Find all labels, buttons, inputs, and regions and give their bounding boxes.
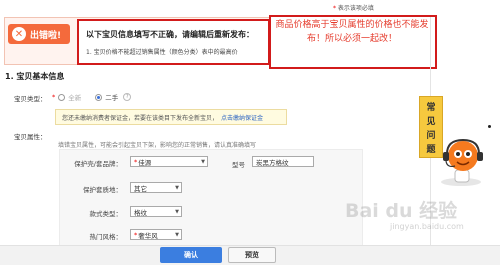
radio-new-label: 全新 <box>68 94 82 102</box>
confirm-button[interactable]: 确认 <box>160 247 222 263</box>
model-label: 型号 <box>232 161 245 169</box>
radio-used-label: 二手 <box>105 94 119 102</box>
brand-select[interactable]: * 佳源 ▼ <box>130 156 208 167</box>
brand-select-value: 佳源 <box>138 158 152 167</box>
style-type-label: 款式类型： <box>89 210 123 218</box>
error-badge: ✕ 出错啦! <box>8 24 70 44</box>
brand-label: 保护壳/套品牌： <box>62 158 122 168</box>
deposit-notice: 您还未缴纳消费者保证金，若要在该类目下发布全新宝贝， 点击缴纳保证金 <box>55 109 287 125</box>
model-input-value: 炭黑方格纹 <box>256 158 289 167</box>
required-note-text: 表示该项必填 <box>337 5 374 12</box>
attributes-label: 宝贝属性： <box>14 133 47 141</box>
chevron-down-icon: ▼ <box>201 158 205 165</box>
chevron-down-icon: ▼ <box>175 231 179 238</box>
deposit-notice-text: 您还未缴纳消费者保证金，若要在该类目下发布全新宝贝， <box>62 114 219 122</box>
chat-mascot-icon[interactable] <box>433 132 493 190</box>
required-star: * <box>333 5 336 12</box>
attributes-hint: 填错宝贝属性，可能会引起宝贝下架，影响您的正常销售，请认真准确填写 <box>58 142 257 149</box>
section-title: 1. 宝贝基本信息 <box>5 72 65 81</box>
radio-used[interactable] <box>95 93 103 101</box>
question-icon[interactable]: ? <box>123 93 132 101</box>
brand-label-text: 保护壳/套品牌： <box>74 160 122 168</box>
popular-style-select[interactable]: * 奢华风 ▼ <box>130 229 182 240</box>
radio-new[interactable] <box>58 93 66 101</box>
item-type-radio-group: * 全新 二手 ? <box>52 92 132 102</box>
error-detail: 1. 宝贝价格不能超过销售属性（颜色分类）表中的最高价 <box>86 49 238 56</box>
style-type-select[interactable]: 格纹 ▼ <box>130 206 182 217</box>
baidu-watermark: Bai du 经验 <box>345 200 458 222</box>
style-type-select-value: 格纹 <box>134 208 147 217</box>
popular-style-required-star: * <box>134 230 138 239</box>
required-note: * 表示该项必填 <box>333 3 374 12</box>
chevron-down-icon: ▼ <box>175 184 179 191</box>
model-input[interactable]: 炭黑方格纹 <box>252 156 314 167</box>
material-select-value: 其它 <box>134 184 147 193</box>
item-type-label: 宝贝类型： <box>14 93 47 103</box>
popular-style-label: 热门风格： <box>89 233 123 241</box>
material-label: 保护套质地： <box>83 186 122 194</box>
error-badge-label: 出错啦! <box>30 30 62 41</box>
annotation-text: 商品价格高于宝贝属性的价格也不能发布！所以必须一起改！ <box>275 20 429 44</box>
error-message-highlight <box>77 19 270 65</box>
error-title: 以下宝贝信息填写不正确，请编辑后重新发布： <box>86 30 254 39</box>
chevron-down-icon: ▼ <box>175 208 179 215</box>
pay-deposit-link[interactable]: 点击缴纳保证金 <box>221 113 263 122</box>
x-icon: ✕ <box>12 27 26 41</box>
material-select[interactable]: 其它 ▼ <box>130 182 182 193</box>
popular-style-select-value: 奢华风 <box>138 231 158 240</box>
stray-dot <box>488 125 491 128</box>
item-type-required-star: * <box>52 93 56 101</box>
brand-required-star: * <box>134 157 138 166</box>
item-type-label-text: 宝贝类型： <box>14 95 47 103</box>
baidu-watermark-url: jingyan.baidu.com <box>390 222 464 231</box>
preview-button[interactable]: 预览 <box>228 247 276 263</box>
